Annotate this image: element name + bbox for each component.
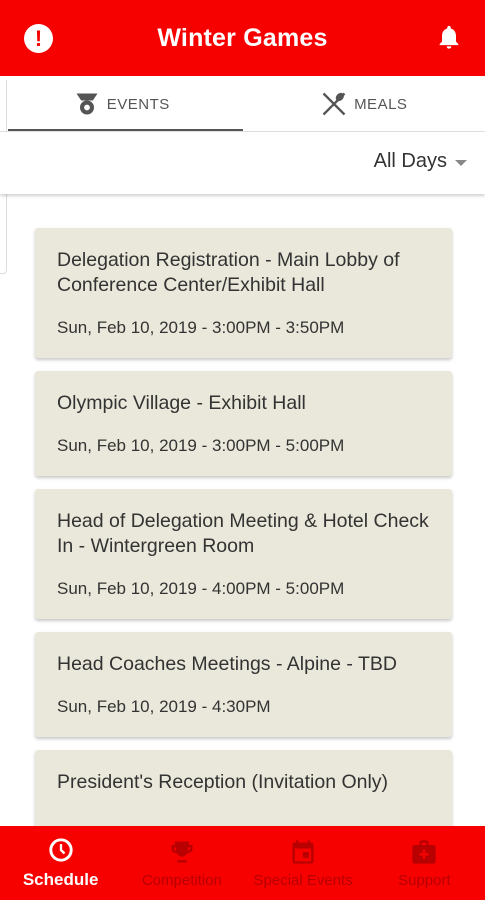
nav-schedule[interactable]: Schedule: [0, 826, 121, 900]
nav-special-events-label: Special Events: [253, 871, 353, 889]
event-card[interactable]: Head of Delegation Meeting & Hotel Check…: [35, 489, 452, 619]
tab-meals-label: MEALS: [354, 95, 408, 113]
bell-icon[interactable]: [435, 22, 463, 52]
event-list: Delegation Registration - Main Lobby of …: [35, 228, 452, 848]
tab-events-label: EVENTS: [106, 95, 170, 113]
chevron-down-icon: [455, 159, 467, 166]
nav-competition-label: Competition: [141, 871, 222, 889]
tab-events[interactable]: EVENTS: [0, 76, 243, 132]
event-time: Sun, Feb 10, 2019 - 4:00PM - 5:00PM: [57, 579, 345, 598]
nav-competition[interactable]: Competition: [121, 826, 242, 900]
clock-icon: [48, 838, 73, 862]
event-card[interactable]: Olympic Village - Exhibit Hall Sun, Feb …: [35, 371, 452, 476]
medal-icon: [76, 93, 98, 115]
event-card[interactable]: Head Coaches Meetings - Alpine - TBD Sun…: [35, 632, 452, 737]
day-filter-value: All Days: [373, 150, 447, 172]
alert-icon[interactable]: !: [24, 24, 53, 53]
nav-schedule-label: Schedule: [22, 870, 99, 889]
event-time: Sun, Feb 10, 2019 - 3:00PM - 3:50PM: [57, 318, 345, 337]
utensils-icon: [322, 92, 346, 116]
filter-bar: All Days: [0, 132, 485, 194]
day-filter-dropdown[interactable]: All Days: [374, 150, 467, 173]
tab-bar: EVENTS MEALS: [0, 76, 485, 132]
event-time: Sun, Feb 10, 2019 - 3:00PM - 5:00PM: [57, 436, 345, 455]
calendar-icon: [292, 839, 314, 864]
event-name: Head Coaches Meetings - Alpine - TBD: [57, 653, 397, 675]
event-time: Sun, Feb 10, 2019 - 4:30PM: [57, 697, 271, 716]
app-header: ! Winter Games: [0, 0, 485, 76]
trophy-icon: [171, 841, 193, 862]
nav-support-label: Support: [398, 871, 451, 889]
event-card[interactable]: President's Reception (Invitation Only): [35, 750, 452, 835]
event-name: Head of Delegation Meeting & Hotel Check…: [57, 510, 429, 557]
nav-special-events[interactable]: Special Events: [243, 826, 364, 900]
event-name: President's Reception (Invitation Only): [57, 771, 389, 793]
page-title: Winter Games: [157, 23, 328, 52]
event-name: Delegation Registration - Main Lobby of …: [57, 249, 400, 296]
nav-support[interactable]: Support: [364, 826, 485, 900]
tab-meals[interactable]: MEALS: [243, 76, 485, 132]
first-aid-kit-icon: [412, 839, 437, 864]
event-card[interactable]: Delegation Registration - Main Lobby of …: [35, 228, 452, 358]
event-name: Olympic Village - Exhibit Hall: [57, 392, 306, 414]
bottom-nav: Schedule Competition Special Events Supp…: [0, 826, 485, 900]
